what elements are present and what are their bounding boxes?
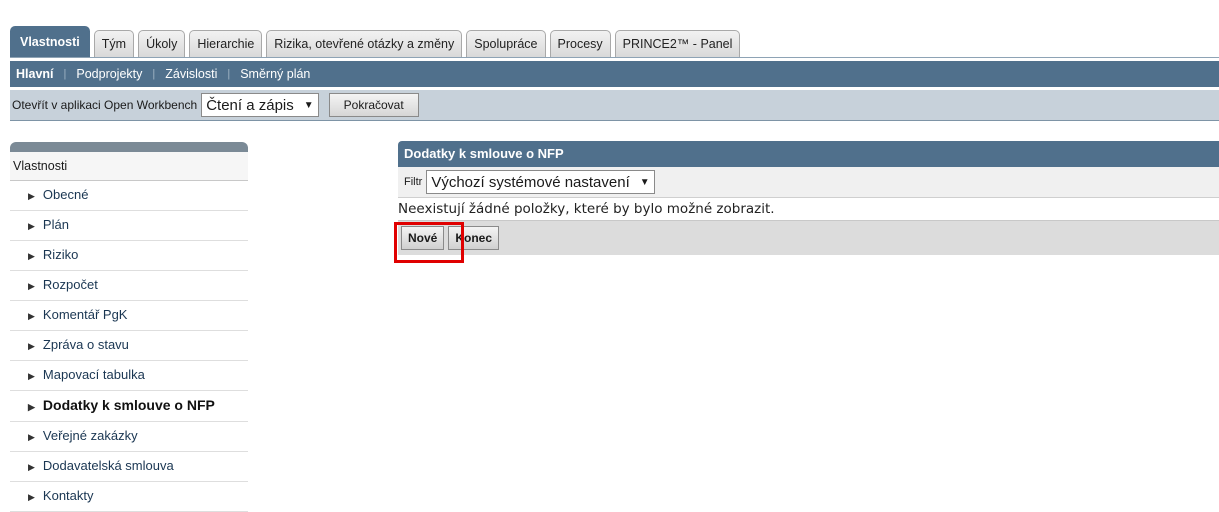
sidebar-item-plan[interactable]: ▶ Plán — [10, 211, 248, 241]
subnav-separator: | — [227, 68, 231, 80]
triangle-right-icon: ▶ — [28, 191, 35, 201]
amendments-panel: Dodatky k smlouve o NFP Filtr Výchozí sy… — [398, 141, 1219, 255]
filter-select[interactable]: Výchozí systémové nastavení ▼ — [426, 170, 655, 194]
filter-value: Výchozí systémové nastavení — [431, 173, 630, 191]
sidebar-item-verejne-zakazky[interactable]: ▶ Veřejné zakázky — [10, 422, 248, 452]
tab-divider — [10, 57, 1219, 58]
sidebar-item-label: Kontakty — [42, 488, 94, 503]
sidebar-item-label: Dodatky k smlouve o NFP — [42, 397, 215, 413]
sidebar-item-label: Mapovací tabulka — [42, 367, 145, 382]
access-mode-value: Čtení a zápis — [206, 96, 294, 114]
sidebar-item-rozpocet[interactable]: ▶ Rozpočet — [10, 271, 248, 301]
triangle-right-icon: ▶ — [28, 462, 35, 472]
sidebar-item-label: Obecné — [42, 187, 89, 202]
filter-label: Filtr — [404, 176, 423, 188]
triangle-right-icon: ▶ — [28, 281, 35, 291]
subnav-separator: | — [152, 68, 156, 80]
continue-button[interactable]: Pokračovat — [328, 93, 419, 117]
sidebar-item-label: Plán — [42, 217, 69, 232]
properties-sidebar: Vlastnosti ▶ Obecné ▶ Plán ▶ Riziko ▶ Rozpoč… — [10, 142, 248, 512]
sidebar-item-dodavatelska-smlouva[interactable]: ▶ Dodavatelská smlouva — [10, 452, 248, 482]
sidebar-item-label: Komentář PgK — [42, 307, 128, 322]
triangle-right-icon: ▶ — [28, 371, 35, 381]
sidebar-title: Vlastnosti — [10, 152, 248, 181]
subnav-zavislosti[interactable]: Závislosti — [163, 67, 219, 81]
subnav-hlavni[interactable]: Hlavní — [14, 67, 56, 81]
panel-title: Dodatky k smlouve o NFP — [398, 141, 1219, 167]
triangle-right-icon: ▶ — [28, 221, 35, 231]
subnav-separator: | — [63, 68, 67, 80]
subnav-podprojekty[interactable]: Podprojekty — [74, 67, 144, 81]
sidebar-item-mapovaci-tabulka[interactable]: ▶ Mapovací tabulka — [10, 361, 248, 391]
chevron-down-icon: ▼ — [639, 176, 650, 188]
sidebar-item-kontakty[interactable]: ▶ Kontakty — [10, 482, 248, 512]
tab-tym[interactable]: Tým — [93, 30, 135, 57]
chevron-down-icon: ▼ — [303, 99, 314, 111]
triangle-right-icon: ▶ — [28, 402, 35, 412]
sidebar-item-komentar-pgk[interactable]: ▶ Komentář PgK — [10, 301, 248, 331]
open-workbench-label: Otevřít v aplikaci Open Workbench — [12, 98, 198, 112]
sidebar-item-riziko[interactable]: ▶ Riziko — [10, 241, 248, 271]
subnav-smerny-plan[interactable]: Směrný plán — [238, 67, 312, 81]
tab-prince2-panel[interactable]: PRINCE2™ - Panel — [614, 30, 741, 57]
new-button-highlight-box — [394, 222, 464, 263]
sidebar-item-label: Riziko — [42, 247, 79, 262]
action-bar: Nové Konec — [398, 220, 1219, 255]
tab-rizika[interactable]: Rizika, otevřené otázky a změny — [266, 30, 463, 57]
sidebar-item-zprava-o-stavu[interactable]: ▶ Zpráva o stavu — [10, 331, 248, 361]
sub-navigation: Hlavní | Podprojekty | Závislosti | Směr… — [10, 61, 1219, 87]
open-workbench-toolbar: Otevřít v aplikaci Open Workbench Čtení … — [10, 90, 1219, 121]
sidebar-item-label: Zpráva o stavu — [42, 337, 129, 352]
sidebar-item-label: Rozpočet — [42, 277, 98, 292]
sidebar-item-label: Veřejné zakázky — [42, 428, 138, 443]
tab-ukoly[interactable]: Úkoly — [138, 30, 186, 57]
triangle-right-icon: ▶ — [28, 251, 35, 261]
triangle-right-icon: ▶ — [28, 311, 35, 321]
access-mode-select[interactable]: Čtení a zápis ▼ — [201, 93, 319, 117]
sidebar-item-label: Dodavatelská smlouva — [42, 458, 174, 473]
tab-spoluprace[interactable]: Spolupráce — [466, 30, 546, 57]
sidebar-top-bar — [10, 142, 248, 152]
sidebar-item-obecne[interactable]: ▶ Obecné — [10, 181, 248, 211]
tab-hierarchie[interactable]: Hierarchie — [189, 30, 263, 57]
sidebar-item-dodatky[interactable]: ▶ Dodatky k smlouve o NFP — [10, 391, 248, 422]
tab-procesy[interactable]: Procesy — [549, 30, 611, 57]
triangle-right-icon: ▶ — [28, 432, 35, 442]
tab-vlastnosti[interactable]: Vlastnosti — [10, 26, 90, 57]
empty-message: Neexistují žádné položky, které by bylo … — [398, 201, 775, 217]
triangle-right-icon: ▶ — [28, 492, 35, 502]
top-tabs: Vlastnosti Tým Úkoly Hierarchie Rizika, … — [10, 25, 744, 57]
triangle-right-icon: ▶ — [28, 341, 35, 351]
filter-bar: Filtr Výchozí systémové nastavení ▼ — [398, 167, 1219, 198]
